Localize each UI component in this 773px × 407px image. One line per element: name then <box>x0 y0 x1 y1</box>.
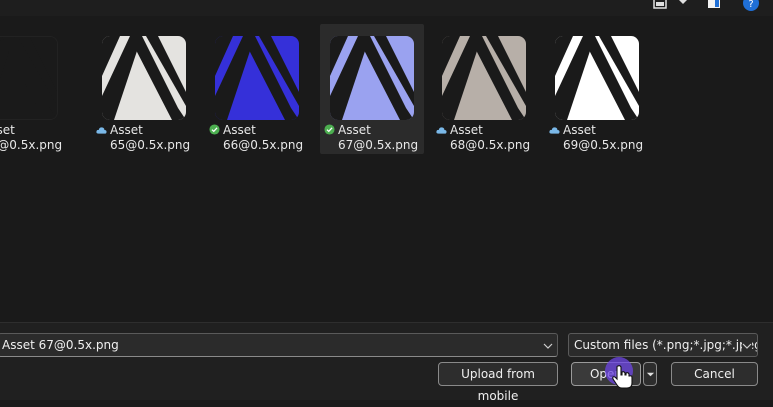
cancel-button[interactable]: Cancel <box>671 362 758 386</box>
chevron-down-icon[interactable] <box>742 340 752 350</box>
file-name-label: Asset 66@0.5x.png <box>209 123 309 153</box>
synced-check-icon <box>209 124 220 135</box>
synced-check-icon <box>324 124 335 135</box>
hand-cursor-icon <box>612 364 634 390</box>
dialog-footer: Asset 67@0.5x.png Custom files (*.png;*.… <box>0 322 773 403</box>
file-name-label: Asset 68@0.5x.png <box>436 123 536 153</box>
file-name-line2: 64@0.5x.png <box>0 138 63 152</box>
file-tile[interactable]: Asset 69@0.5x.png <box>545 24 649 154</box>
chevron-down-icon[interactable] <box>543 340 553 350</box>
file-thumbnail <box>215 36 299 120</box>
file-type-value: Custom files (*.png;*.jpg;*.jpeg <box>574 338 758 352</box>
file-name-line1: Asset <box>110 123 143 137</box>
svg-text:?: ? <box>748 0 753 10</box>
file-name-line1: Asset <box>450 123 483 137</box>
file-name-line1: Asset <box>338 123 371 137</box>
cloud-icon <box>436 124 447 135</box>
file-name-label: Asset 69@0.5x.png <box>549 123 649 153</box>
file-name-label: Asset 67@0.5x.png <box>324 123 424 153</box>
file-name-line1: Asset <box>223 123 256 137</box>
file-name-line2: 67@0.5x.png <box>338 138 419 152</box>
help-icon[interactable]: ? <box>742 0 760 12</box>
file-tile[interactable]: Asset64@0.5x.png <box>0 24 68 154</box>
file-tile[interactable]: Asset 67@0.5x.png <box>320 24 424 154</box>
file-name-line1: Asset <box>0 123 15 137</box>
chevron-down-icon <box>646 372 654 377</box>
cloud-icon <box>96 124 107 135</box>
top-toolbar: ? <box>0 0 773 16</box>
file-name-line1: Asset <box>563 123 596 137</box>
file-name-line2: 68@0.5x.png <box>450 138 531 152</box>
file-thumbnail <box>442 36 526 120</box>
file-tile[interactable]: Asset 68@0.5x.png <box>432 24 536 154</box>
file-thumbnail <box>555 36 639 120</box>
file-type-select[interactable]: Custom files (*.png;*.jpg;*.jpeg <box>568 333 758 357</box>
cloud-icon <box>549 124 560 135</box>
file-name-line2: 66@0.5x.png <box>223 138 304 152</box>
file-thumbnail <box>102 36 186 120</box>
file-tile[interactable]: Asset 65@0.5x.png <box>92 24 196 154</box>
file-name-line2: 65@0.5x.png <box>110 138 191 152</box>
file-grid: Asset64@0.5x.pngAsset65@0.5x.pngAsset66@… <box>0 16 773 322</box>
chevron-down-icon[interactable] <box>676 0 690 8</box>
file-tile[interactable]: Asset 66@0.5x.png <box>205 24 309 154</box>
open-options-button[interactable] <box>643 362 657 386</box>
layout-icon[interactable] <box>652 0 668 10</box>
file-name-label: Asset64@0.5x.png <box>0 123 68 153</box>
upload-from-mobile-button[interactable]: Upload from mobile <box>438 362 558 403</box>
file-name-input[interactable]: Asset 67@0.5x.png <box>0 333 558 357</box>
preview-pane-icon[interactable] <box>706 0 722 10</box>
file-name-label: Asset 65@0.5x.png <box>96 123 196 153</box>
file-thumbnail <box>0 36 58 120</box>
file-name-value: Asset 67@0.5x.png <box>2 338 119 352</box>
file-thumbnail <box>330 36 414 120</box>
file-name-line2: 69@0.5x.png <box>563 138 644 152</box>
